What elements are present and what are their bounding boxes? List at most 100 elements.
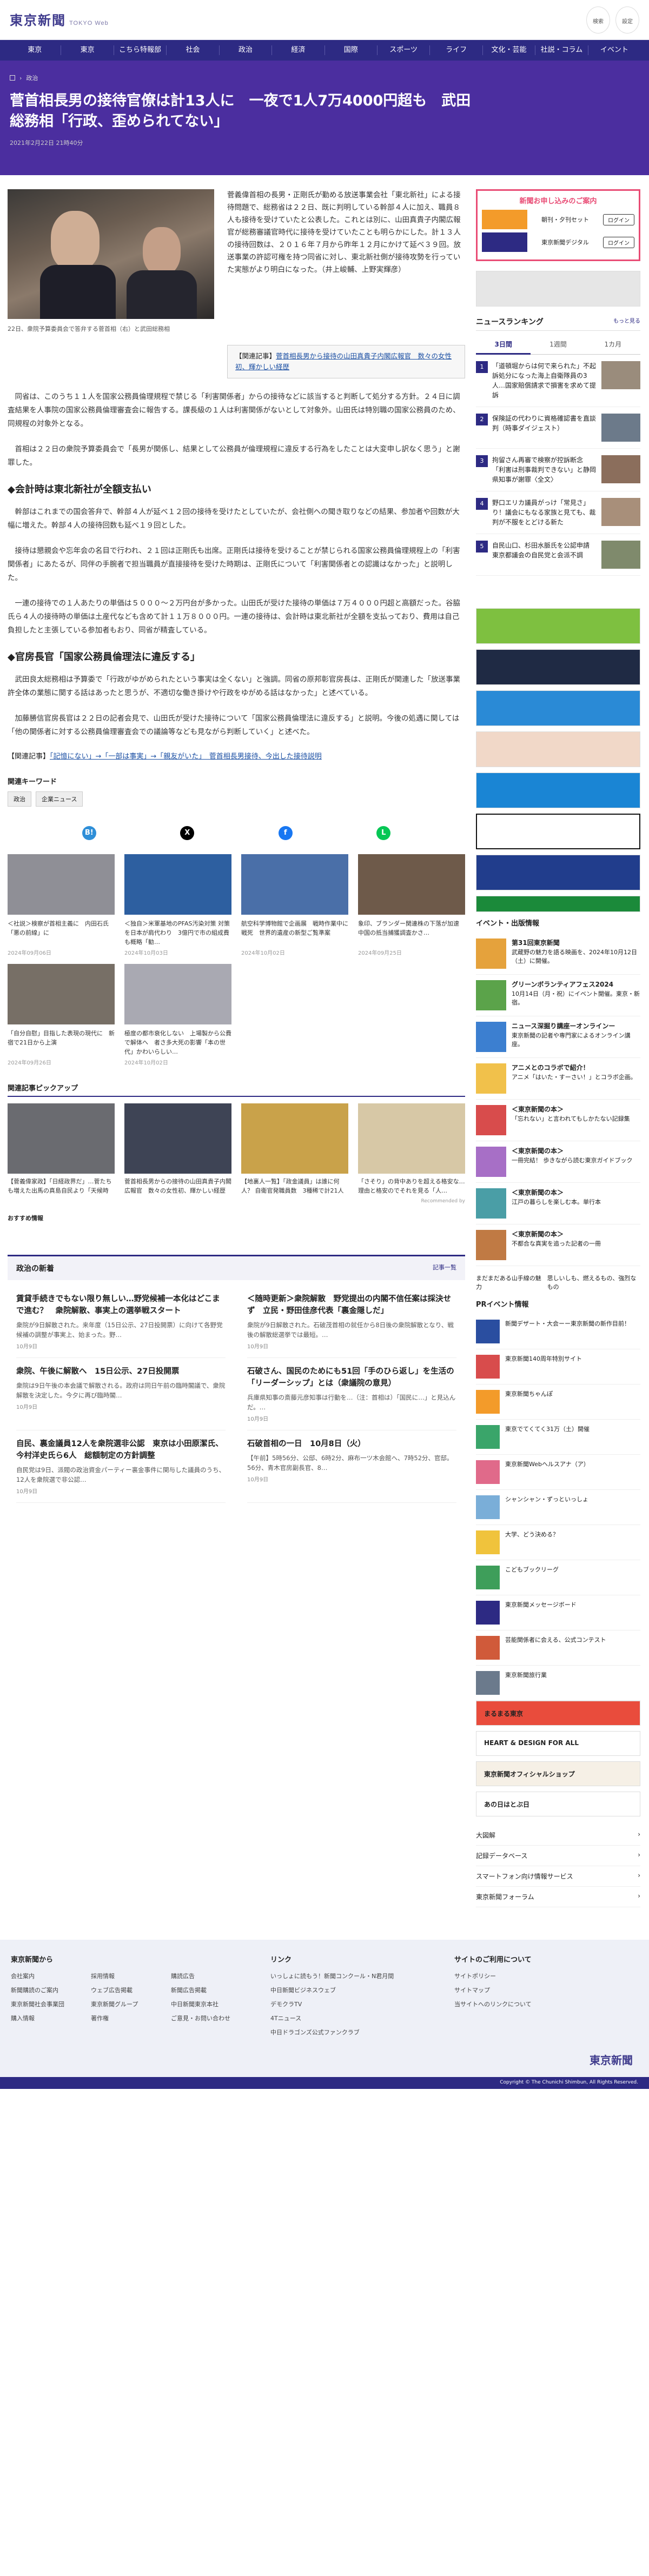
footer-link[interactable]: 東京新聞社会事業団 [11,2000,78,2008]
footer-link[interactable]: サイトマップ [454,1986,562,1994]
pr-item[interactable]: 東京新聞140周年特別サイト [476,1349,640,1384]
footer-link[interactable]: 東京新聞グループ [91,2000,158,2008]
footer-link[interactable]: 購入情報 [11,2014,78,2022]
ranking-item[interactable]: 1 「道頓堀からは何で来られた」不起訴処分になった海上自衛隊員の3人…国家賠償請求… [476,355,640,407]
sidebar-link[interactable]: 東京新聞フォーラム › [476,1887,640,1907]
nav-item[interactable]: 経済 [272,45,325,55]
banner-anime[interactable] [476,731,640,767]
article-card[interactable]: 象印、ブランダー関連株の下落が加速 中国の抵当捕獲調査かさ… 2024年09月25… [358,854,465,956]
footer-link[interactable]: 中日新聞東京本社 [171,2000,238,2008]
pr-item[interactable]: 東京新聞Webヘルスアナ（ア） [476,1455,640,1490]
footer-link[interactable]: 新聞購読のご案内 [11,1986,78,1994]
related-link[interactable]: 「記憶にない」→「一部は事実」→「親友がいた」 菅首相長男接待、今出した接待説明 [50,753,322,761]
footer-link[interactable]: 4Tニュース [270,2014,422,2022]
pr-item[interactable]: 東京新聞旅行業 [476,1666,640,1701]
footer-link[interactable]: 当サイトへのリンクについて [454,2000,562,2008]
ranking-item[interactable]: 2 保険証の代わりに資格確認書を直談判（時事ダイジェスト） [476,407,640,449]
news-item[interactable]: 石破首相の一日 10月8日（火） 【午前】5時56分、公邸、6時2分、麻布一ツ木会… [247,1430,456,1503]
login-button[interactable]: ログイン [603,214,634,225]
news-headline[interactable]: 石破さん、国民のためにも51回「手のひら返し」を生活の「リーダーシップ」とは（衆… [247,1366,456,1389]
column-link[interactable]: まだまだある山手線の魅力 [476,1274,542,1291]
news-item[interactable]: ＜随時更新＞衆院解散 野党提出の内閣不信任案は採決せず 立民・野田佳彦代表「裏金… [247,1286,456,1358]
news-item[interactable]: 自民、裏金議員12人を衆院選非公認 東京は小田原潔氏、今村洋史氏ら6人 総額制定… [16,1430,226,1503]
banner-radio[interactable] [476,690,640,726]
footer-link[interactable]: デモクラTV [270,2000,422,2008]
ranking-tab[interactable]: 1週間 [531,335,586,355]
hatena-share-icon[interactable]: B! [82,826,96,840]
ranking-more-link[interactable]: もっと見る [613,316,640,327]
news-item[interactable]: 石破さん、国民のためにも51回「手のひら返し」を生活の「リーダーシップ」とは（衆… [247,1358,456,1430]
pr-item[interactable]: 新聞デザート・大会ーー東京新聞の新作目前！ [476,1314,640,1349]
footer-link[interactable]: いっしょに読もう！新聞コンクール・N君月間 [270,1972,422,1980]
footer-link[interactable]: 中日ドラゴンズ公式ファンクラブ [270,2028,422,2036]
footer-logo[interactable]: 東京新聞 [590,2052,633,2067]
event-item[interactable]: ＜東京新聞の本＞ 江戸の暮らしを楽しむ本。単行本 [476,1183,640,1224]
nav-item[interactable]: 社会 [167,45,220,55]
news-item[interactable]: 賃貸手続きでもない限り無しい…野党候補一本化はどこまで進む？ 衆院解散、事実上の… [16,1286,226,1358]
login-button[interactable]: ログイン [603,236,634,248]
nav-item[interactable]: スポーツ [378,45,431,55]
x-share-icon[interactable]: X [180,826,195,840]
pr-banner[interactable]: HEART & DESIGN FOR ALL [476,1731,640,1756]
ranking-tab[interactable]: 3日間 [476,335,531,355]
banner-chokkan[interactable] [476,773,640,808]
sidebar-link[interactable]: 大図解 › [476,1825,640,1846]
news-item[interactable]: 衆院、午後に解散へ 15日公示、27日投開票 衆院は9日午後の本会議で解散される。… [16,1358,226,1430]
article-card[interactable]: 極度の都市衰化しない 上場製から公費で解体へ 者さ多大死の影響「本の世代」かわい… [124,964,231,1066]
news-headline[interactable]: 衆院、午後に解散へ 15日公示、27日投開票 [16,1366,226,1377]
nav-item[interactable]: 文化・芸能 [483,45,536,55]
keyword-tag[interactable]: 企業ニュース [36,791,83,807]
pickup-card[interactable]: 【菅義偉家政】「日経政界だ」…菅たちも増えた出馬の真島自民より「天候時代」の政… [8,1103,115,1195]
pr-item[interactable]: こどもブックリーグ [476,1560,640,1595]
news-headline[interactable]: 賃貸手続きでもない限り無しい…野党候補一本化はどこまで進む？ 衆院解散、事実上の… [16,1293,226,1317]
settings-button[interactable]: 設定 [615,6,639,34]
pr-banner[interactable]: あの日はとぶ日 [476,1792,640,1816]
news-headline[interactable]: ＜随時更新＞衆院解散 野党提出の内閣不信任案は採決せず 立民・野田佳彦代表「裏金… [247,1293,456,1317]
footer-link[interactable]: 著作権 [91,2014,158,2022]
ranking-item[interactable]: 3 拘留さん再審で検察が控訴断念 「利害は刑事裁判できない」と静岡県知事が謝罪〈全… [476,449,640,491]
nav-item[interactable]: ライフ [430,45,483,55]
news-more-link[interactable]: 記事一覧 [433,1263,456,1274]
facebook-share-icon[interactable]: f [278,826,293,840]
home-icon[interactable] [10,75,15,81]
article-card[interactable]: ＜社説＞検察が首相主義に 内田石氏「悪の前線」に 2024年09月06日 [8,854,115,956]
nav-item[interactable]: 東京 [9,45,62,55]
banner-biznavi[interactable] [476,855,640,890]
nav-item[interactable]: 社説・コラム [535,45,588,55]
sidebar-link[interactable]: スマートフォン向け情報サービス › [476,1866,640,1887]
line-share-icon[interactable]: L [376,826,391,840]
nav-item[interactable]: イベント [588,45,640,55]
nav-item[interactable]: 政治 [220,45,273,55]
pr-banner[interactable]: まるまる東京 [476,1701,640,1726]
banner-sukusuku[interactable] [476,608,640,644]
nav-item[interactable]: こちら特報部 [114,45,167,55]
news-headline[interactable]: 自民、裏金議員12人を衆院選非公認 東京は小田原潔氏、今村洋史氏ら6人 総額制定… [16,1438,226,1462]
event-item[interactable]: 第31回東京新聞 武蔵野の魅力を語る映画を、2024年10月12日（土）に開催。 [476,933,640,975]
nav-item[interactable]: 東京 [61,45,114,55]
pr-item[interactable]: 大学、どう決める？ [476,1525,640,1560]
pickup-card[interactable]: 「さそり」の背中ありを超える格安な…理由と格安のでそれを見る「人… [358,1103,465,1195]
ranking-item[interactable]: 4 野口エリカ議員がっけ「常見さ」り！議会にもなる家族と見ても、裁判が不服をとどけ… [476,491,640,534]
keyword-tag[interactable]: 政治 [8,791,31,807]
news-headline[interactable]: 石破首相の一日 10月8日（火） [247,1438,456,1450]
footer-link[interactable]: ウェブ広告掲載 [91,1986,158,1994]
sidebar-link[interactable]: 記録データベース › [476,1846,640,1866]
footer-link[interactable]: 新聞広告掲載 [171,1986,238,1994]
event-item[interactable]: アニメとのコラボで紹介！ アニメ「はいた・すーさい！」とコラボ企画。 [476,1058,640,1100]
pr-item[interactable]: 東京新聞メッセージボード [476,1595,640,1630]
column-link[interactable]: 思しいしも、燃えるもの、強烈なもの [547,1274,640,1291]
footer-link[interactable]: 中日新聞ビジネスウェブ [270,1986,422,1994]
article-card[interactable]: ＜独自＞米軍基地のPFAS汚染対策 対策を日本が肩代わり 3億円で市の組成費も概… [124,854,231,956]
event-item[interactable]: グリーンボランティアフェス2024 10月14日（月・祝）にイベント開催。東京・新… [476,975,640,1016]
footer-link[interactable]: 採用情報 [91,1972,158,1980]
breadcrumb-item[interactable]: 政治 [26,74,38,82]
search-button[interactable]: 検索 [586,6,610,34]
site-logo[interactable]: 東京新聞 TOKYO Web [10,10,109,29]
pr-item[interactable]: 東京でてくてく31万（土）開催 [476,1420,640,1455]
banner-genpatsu[interactable] [476,814,640,849]
nav-item[interactable]: 国際 [325,45,378,55]
pr-item[interactable]: 芸能関係者に会える、公式コンテスト [476,1630,640,1666]
footer-link[interactable]: サイトポリシー [454,1972,562,1980]
pr-item[interactable]: シャンシャン・ずっといっしょ [476,1490,640,1525]
banner-green[interactable] [476,896,640,912]
